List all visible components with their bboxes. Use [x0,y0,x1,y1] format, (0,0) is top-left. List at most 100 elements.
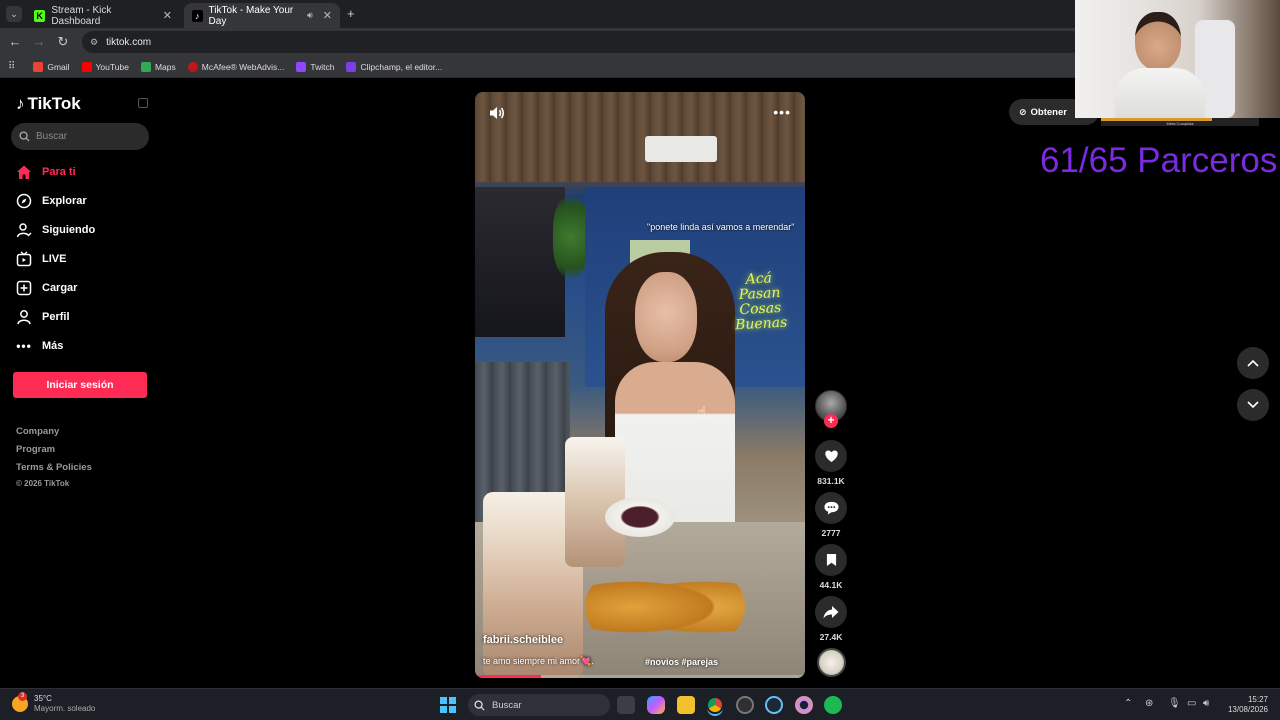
comment-count: 2777 [821,528,841,538]
site-info-icon[interactable]: ⚙︎ [90,37,98,48]
task-view-icon[interactable] [617,696,635,714]
tab-title: TikTok - Make Your Day [208,4,294,27]
app-icon[interactable] [795,696,813,714]
nav-cargar[interactable]: Cargar [16,278,77,298]
bookmark-label: Maps [154,61,176,72]
nav-para-ti[interactable]: Para ti [16,162,76,182]
tiktok-note-icon: ♪ [16,94,25,113]
taskbar: 3 35°C Mayorm. soleado Buscar ⌃ ⊛ 🎙︎ ▭ 🔊… [0,688,1280,720]
tab-kick-dashboard[interactable]: K Stream - Kick Dashboard ✕ [26,3,180,28]
chevron-down-icon [1247,401,1259,409]
gmail-icon [33,61,44,72]
bookmark-label: Clipchamp, el editor... [360,61,443,72]
ceiling [475,92,805,182]
bookmark-clipchamp[interactable]: Clipchamp, el editor... [346,61,443,72]
nav-mas[interactable]: ••• Más [16,336,63,356]
search-icon [19,131,30,142]
share-button[interactable] [815,596,847,628]
address-bar[interactable]: ⚙︎ tiktok.com [82,31,1082,53]
bookmark-youtube[interactable]: YouTube [81,61,129,72]
copyright: © 2026 TikTok [16,479,70,488]
back-icon[interactable]: ← [7,34,23,49]
volume-icon[interactable]: 🔊︎ [1203,698,1209,709]
copilot-icon[interactable] [647,696,665,714]
live-icon [16,251,32,267]
hand-cursor-icon: ☝︎ [697,404,707,421]
youtube-icon [81,61,92,72]
reload-icon[interactable]: ↻ [55,34,71,50]
twitch-icon [296,61,307,72]
file-explorer-icon[interactable] [677,696,695,714]
volume-icon[interactable] [489,106,505,125]
windows-start-icon[interactable] [440,697,456,713]
tray-network-app-icon[interactable]: ⊛ [1145,698,1153,709]
footer-program[interactable]: Program [16,444,55,455]
tab-title: Stream - Kick Dashboard [51,4,112,27]
video-player[interactable]: "ponete linda así vamos a merendar" Acá … [475,92,805,678]
clock-time: 15:27 [1247,695,1268,704]
close-icon[interactable]: ✕ [163,9,172,22]
previous-video-button[interactable] [1237,347,1269,379]
nav-explorar[interactable]: Explorar [16,191,87,211]
webcam-overlay [1075,0,1280,118]
clipchamp-icon [346,61,357,72]
footer-company[interactable]: Company [16,426,59,437]
neon-sign-text: Acá Pasan Cosas Buenas [734,270,788,334]
like-button[interactable] [815,440,847,472]
collapse-sidebar-icon[interactable] [138,98,148,108]
forward-icon[interactable]: → [31,34,47,49]
sound-disc[interactable] [817,648,846,677]
microphone-icon[interactable]: 🎙︎ [1168,698,1181,709]
maps-icon [140,61,151,72]
bookmark-twitch[interactable]: Twitch [296,61,334,72]
apps-icon[interactable]: ⠿ [8,61,15,72]
taskbar-search-input[interactable]: Buscar [468,694,610,716]
spotify-icon[interactable] [824,696,842,714]
steam-icon[interactable] [765,696,783,714]
croissants [585,572,745,642]
follow-plus-button[interactable]: + [824,414,838,428]
nav-live[interactable]: LIVE [16,249,66,269]
video-hashtags[interactable]: #novios #parejas [645,657,718,667]
video-progress-bar[interactable] [475,675,805,678]
weather-widget[interactable]: 3 35°C Mayorm. soleado [12,692,95,714]
speaker-icon[interactable]: 🔊︎ [307,10,313,21]
nav-label: Siguiendo [42,224,96,236]
video-author[interactable]: fabrii.scheiblee [483,634,563,646]
bookmark-maps[interactable]: Maps [140,61,176,72]
mcafee-icon [187,61,198,72]
next-video-button[interactable] [1237,389,1269,421]
system-clock[interactable]: 15:27 13/08/2026 [1228,695,1268,715]
tiktok-logo[interactable]: ♪ TikTok [16,94,81,114]
save-count: 44.1K [819,580,843,590]
close-icon[interactable]: ✕ [323,9,332,22]
more-icon: ••• [16,339,32,353]
air-conditioner [645,136,717,162]
chrome-icon[interactable] [706,696,724,714]
webcam-person-body [1115,68,1205,118]
nav-siguiendo[interactable]: Siguiendo [16,220,95,240]
nav-perfil[interactable]: Perfil [16,307,70,327]
new-tab-icon[interactable]: + [347,6,355,21]
weather-badge: 3 [18,692,27,701]
bookmark-mcafee[interactable]: McAfee® WebAdvis... [187,61,284,72]
goal-progress-bar: Meta Cumplida [1101,118,1259,126]
search-input[interactable]: Buscar [11,123,149,150]
footer-terms[interactable]: Terms & Policies [16,462,92,473]
video-more-icon[interactable]: ••• [773,104,791,120]
display-icon[interactable]: ▭ [1187,698,1196,709]
temperature: 35°C [34,694,52,703]
obs-icon[interactable] [736,696,754,714]
logo-text: TikTok [27,94,81,113]
upload-icon [16,280,32,296]
heart-icon [824,450,838,463]
tray-chevron-up-icon[interactable]: ⌃ [1124,698,1132,709]
bookmark-label: Gmail [47,61,70,72]
comment-button[interactable] [815,492,847,524]
nav-label: Explorar [42,195,87,207]
tab-list-icon[interactable]: ⌄ [6,6,22,22]
login-button[interactable]: Iniciar sesión [13,372,147,398]
save-button[interactable] [815,544,847,576]
bookmark-gmail[interactable]: Gmail [33,61,70,72]
tab-tiktok[interactable]: ♪ TikTok - Make Your Day 🔊︎ ✕ [184,3,340,28]
